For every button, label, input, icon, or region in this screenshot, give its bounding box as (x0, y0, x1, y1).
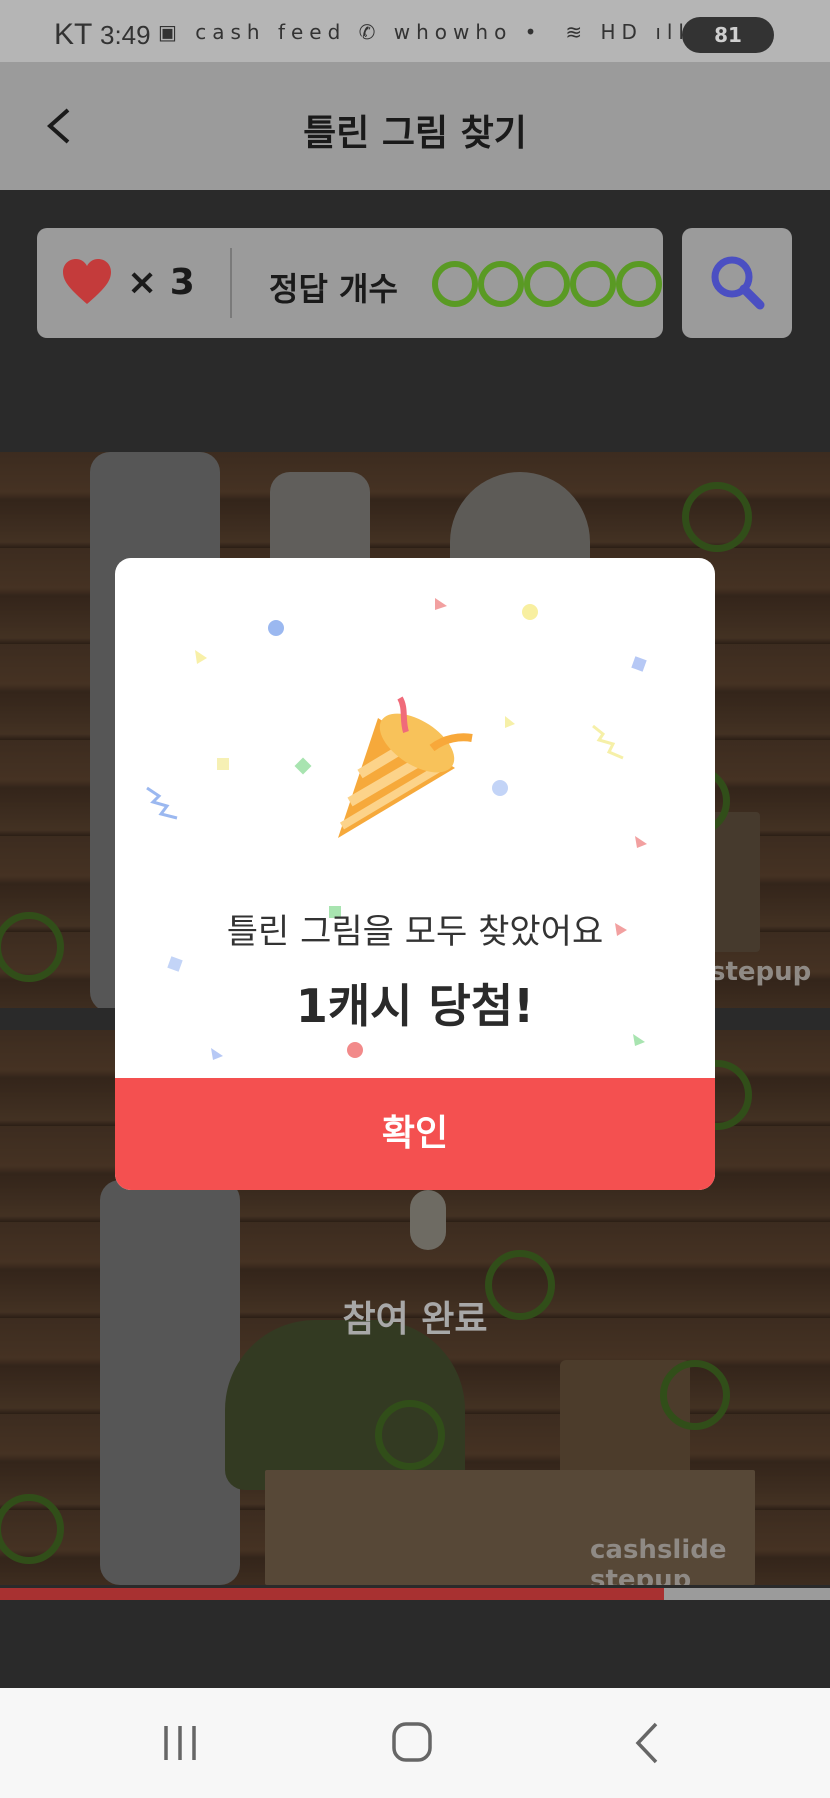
recent-apps-button[interactable] (150, 1718, 210, 1768)
notification-icons: ▣ cash feed ✆ whowho • (158, 20, 543, 44)
correct-circle-icon (616, 261, 662, 307)
watermark: cashslide stepup (590, 1535, 727, 1585)
system-nav-bar (0, 1688, 830, 1798)
party-popper-icon (338, 696, 473, 838)
confirm-button[interactable]: 확인 (115, 1078, 715, 1190)
heart-icon (63, 259, 111, 304)
completed-label: 참여 완료 (342, 1299, 488, 1340)
page-title: 틀린 그림 찾기 (303, 113, 527, 154)
correct-count-indicator (432, 261, 662, 307)
back-icon (635, 1722, 658, 1764)
correct-circle-icon (524, 261, 570, 307)
recent-apps-icon (164, 1726, 196, 1760)
correct-circle-icon (432, 261, 478, 307)
system-back-button[interactable] (618, 1718, 678, 1768)
dialog-message: 틀린 그림을 모두 찾았어요 (226, 912, 604, 952)
status-bar: KT 3:49 ▣ cash feed ✆ whowho • ≋ HD ıll … (0, 0, 830, 62)
correct-circle-icon (570, 261, 616, 307)
success-dialog: 틀린 그림을 모두 찾았어요 1캐시 당첨! 확인 (115, 558, 715, 1190)
magnifier-icon (711, 256, 765, 310)
watermark: stepup (710, 957, 812, 987)
home-icon (392, 1722, 432, 1762)
progress-bar (0, 1588, 830, 1600)
correct-count-label: 정답 개수 (269, 270, 398, 308)
divider (230, 248, 232, 318)
battery-indicator: 81 (682, 17, 774, 53)
dialog-prize: 1캐시 당첨! (295, 979, 535, 1033)
game-status-panel: × 3 정답 개수 (37, 228, 663, 338)
signal-icons: ≋ HD ıll (565, 20, 690, 44)
correct-circle-icon (478, 261, 524, 307)
carrier-label: KT (54, 18, 93, 51)
app-header: 틀린 그림 찾기 (0, 62, 830, 190)
hint-search-button[interactable] (682, 228, 792, 338)
home-button[interactable] (383, 1718, 443, 1768)
lives-count: × 3 (127, 262, 195, 303)
clock: 3:49 (100, 20, 151, 50)
progress-fill (0, 1588, 664, 1600)
